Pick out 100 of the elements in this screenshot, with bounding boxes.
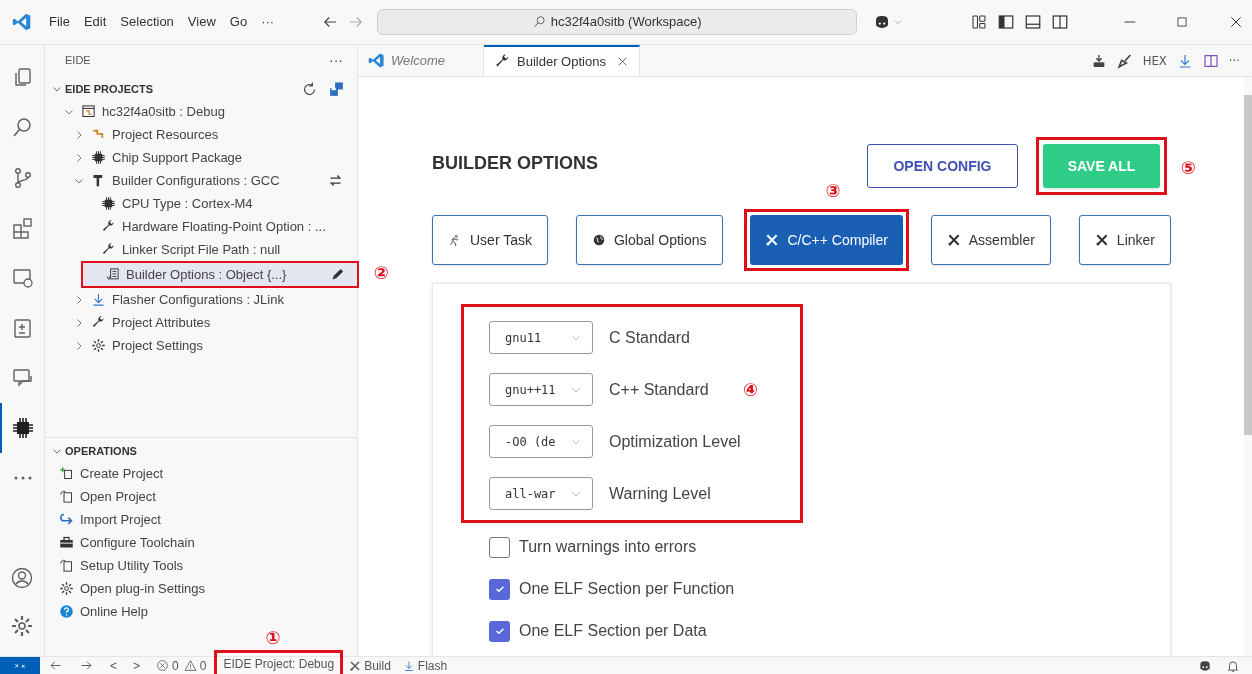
error-icon [156, 659, 170, 672]
menu-item[interactable]: Edit [76, 12, 114, 32]
project-icon [81, 104, 96, 119]
checkbox[interactable] [489, 536, 510, 558]
secondary-sidebar-icon[interactable] [1051, 13, 1069, 31]
scrollbar-thumb[interactable] [1244, 95, 1252, 435]
section-header[interactable]: EIDE PROJECTS [45, 78, 357, 100]
split-editor-icon[interactable] [1202, 52, 1219, 69]
tree-item[interactable]: hc32f4a0sitb : Debug [45, 100, 357, 123]
operation-item[interactable]: Open plug-in Settings [45, 577, 357, 600]
status-item[interactable]: Build [343, 657, 397, 674]
gear-icon [91, 338, 106, 353]
tree-item[interactable]: Builder Options : Object {...} [83, 263, 357, 286]
save-icon[interactable] [328, 80, 345, 98]
callout-number: ③ [825, 182, 841, 200]
status-item[interactable]: > [125, 657, 149, 674]
field-label: C++ Standard [609, 379, 709, 400]
document-icon [105, 267, 120, 282]
help-icon [59, 604, 74, 619]
close-icon[interactable] [1228, 14, 1244, 30]
back-arrow-icon[interactable] [48, 658, 63, 673]
layout-icon[interactable] [970, 13, 988, 31]
checkbox[interactable] [489, 578, 510, 600]
import-arrow-icon [59, 512, 74, 527]
more-icon [13, 475, 33, 481]
callout-number: ④ [743, 381, 759, 399]
toolbar-button[interactable]: HEX [1142, 50, 1167, 71]
extensions-icon [11, 216, 35, 240]
tree-item[interactable]: Flasher Configurations : JLink [45, 288, 357, 311]
refresh-icon[interactable] [301, 80, 318, 98]
menu-item[interactable]: ··· [254, 12, 282, 32]
callout-number: ① [265, 629, 281, 647]
page-title: BUILDER OPTIONS [432, 151, 598, 175]
section-header[interactable]: OPERATIONS [45, 440, 357, 462]
tree-item[interactable]: Hardware Floating-Point Option : ... [45, 215, 357, 238]
command-center-search[interactable]: hc32f4a0sitb (Workspace) [377, 9, 858, 35]
chip-icon [101, 196, 116, 211]
tree-item[interactable]: Builder Configurations : GCC [45, 169, 357, 192]
tree-item[interactable]: Project Resources [45, 123, 357, 146]
operation-item[interactable]: Open Project [45, 485, 357, 508]
toolbar-button[interactable]: ··· [1228, 50, 1240, 71]
maximize-icon[interactable] [1175, 15, 1189, 29]
pencil-icon[interactable] [330, 267, 345, 282]
select-field[interactable]: all-war [489, 477, 593, 510]
sidebar-toggle-icon[interactable] [997, 13, 1015, 31]
operation-item[interactable]: Create Project [45, 462, 357, 485]
chip-icon [91, 150, 106, 165]
sidebar-title: EIDE [65, 52, 91, 68]
operation-item[interactable]: Import Project [45, 508, 357, 531]
vscode-logo-icon [12, 12, 32, 32]
operation-item[interactable]: Online Help [45, 600, 357, 623]
callout-number: ⑤ [1180, 159, 1196, 177]
field-label: Warning Level [609, 483, 711, 504]
checkbox-label: One ELF Section per Data [519, 621, 707, 641]
problems-status[interactable]: 0 0 [148, 657, 215, 674]
tree-item[interactable]: CPU Type : Cortex-M4 [45, 192, 357, 215]
forward-arrow-icon[interactable] [79, 658, 94, 673]
gear-icon [59, 581, 74, 596]
checkbox-label: Turn warnings into errors [519, 537, 697, 557]
operation-item[interactable]: Configure Toolchain [45, 531, 357, 554]
status-item[interactable]: < [102, 657, 125, 674]
download-icon [91, 292, 106, 307]
editor-tab[interactable]: Builder Options [484, 45, 640, 76]
option-tab[interactable]: C/C++ Compiler [750, 215, 903, 265]
toolbox-icon [59, 535, 74, 550]
checkbox[interactable] [489, 620, 510, 642]
action-button[interactable]: OPEN CONFIG [867, 144, 1018, 188]
search-icon [532, 15, 547, 29]
select-field[interactable]: -O0 (de [489, 425, 593, 458]
option-tab[interactable]: Assembler [930, 215, 1051, 265]
monitor-icon [11, 266, 35, 290]
field-label: C Standard [609, 327, 690, 348]
bell-icon[interactable] [1226, 658, 1240, 673]
more-actions-button[interactable]: ··· [329, 49, 343, 71]
option-tab[interactable]: User Task [432, 215, 548, 265]
select-field[interactable]: gnu11 [489, 321, 593, 354]
swap-icon[interactable] [328, 173, 343, 188]
option-tab[interactable]: Linker [1078, 215, 1171, 265]
panel-toggle-icon[interactable] [1024, 13, 1042, 31]
operation-item[interactable]: Setup Utility Tools [45, 554, 357, 577]
option-tab[interactable]: Global Options [575, 215, 723, 265]
tree-item[interactable]: Chip Support Package [45, 146, 357, 169]
status-item[interactable]: Flash [396, 657, 454, 674]
chip-icon [11, 416, 35, 440]
document-icon [59, 558, 74, 573]
menu-item[interactable]: File [42, 12, 77, 32]
globe-icon [591, 233, 606, 247]
select-field[interactable]: gnu++11 [489, 373, 593, 406]
callout-number: ② [373, 264, 389, 282]
vscode-icon [368, 52, 385, 69]
menu-item[interactable]: Selection [113, 12, 181, 32]
download-icon [402, 659, 415, 672]
tree-item[interactable]: Linker Script File Path : null [45, 238, 357, 261]
menu-item[interactable]: Go [222, 12, 255, 32]
close-icon[interactable] [616, 55, 629, 68]
tree-item[interactable]: Project Settings [45, 334, 357, 357]
tree-item[interactable]: Project Attributes [45, 311, 357, 334]
menu-item[interactable]: View [180, 12, 223, 32]
status-item[interactable]: EIDE Project: Debug [219, 654, 339, 673]
settings-icon [10, 614, 34, 638]
